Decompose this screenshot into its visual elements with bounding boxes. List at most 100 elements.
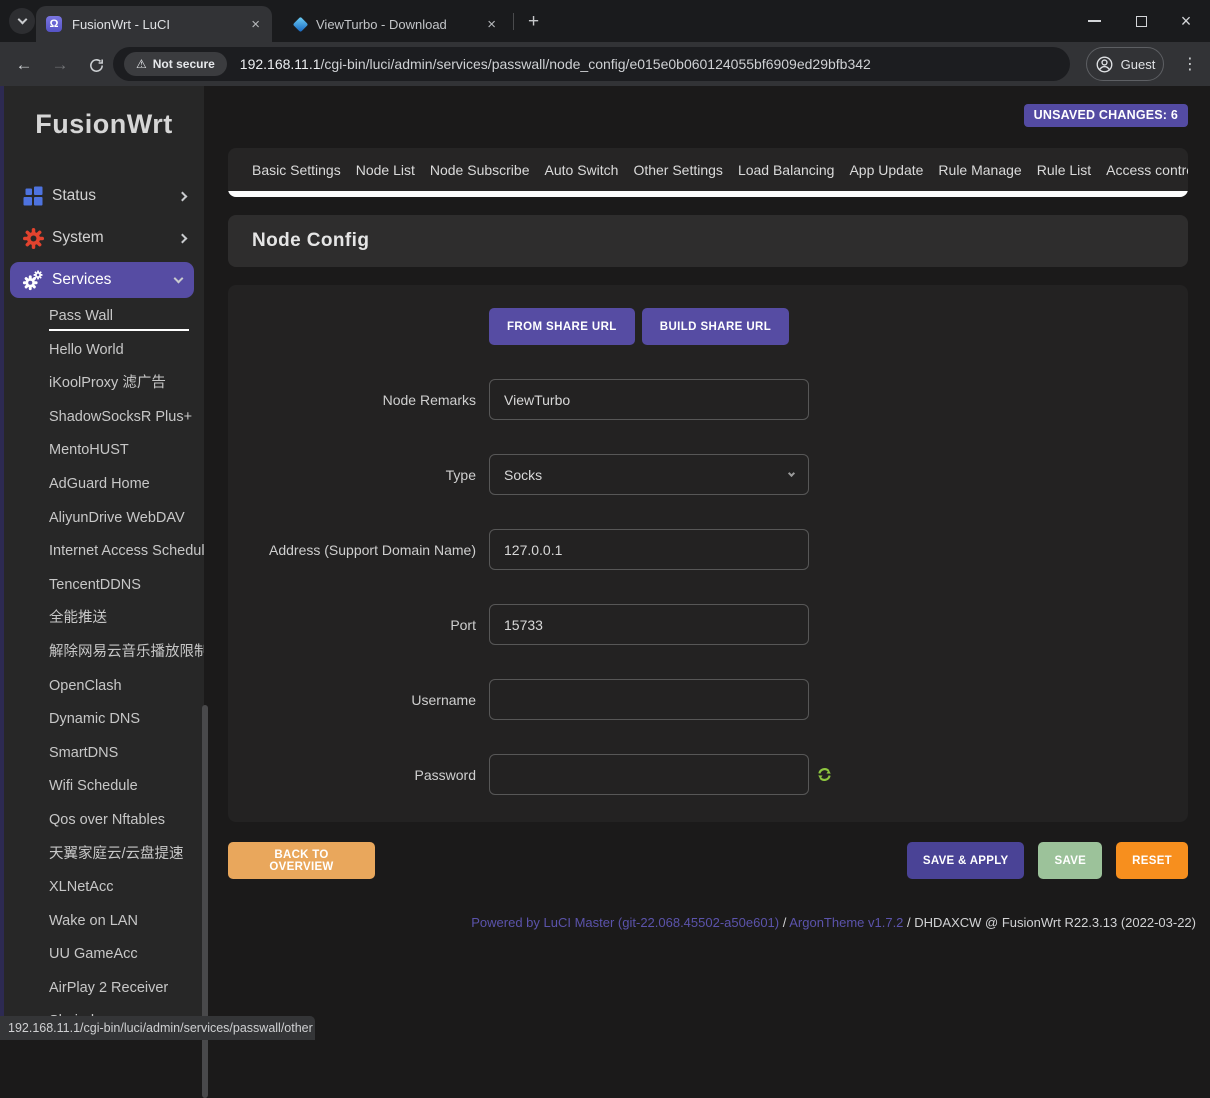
sidebar-item-system[interactable]: System [4,224,204,252]
submenu-label: Pass Wall [49,308,113,324]
username-input[interactable] [489,679,809,720]
sidebar-item-xlnetacc[interactable]: XLNetAcc [4,871,204,905]
person-icon [1095,55,1114,74]
sidebar-item-tencentddns[interactable]: TencentDDNS [4,569,204,603]
port-label: Port [228,617,476,633]
services-submenu: Pass Wall Hello World iKoolProxy 滤广告 Sha… [4,300,204,1039]
sidebar-item-tianyi-cloud[interactable]: 天翼家庭云/云盘提速 [4,838,204,872]
tab-node-list[interactable]: Node List [356,162,415,178]
address-label: Address (Support Domain Name) [228,542,476,558]
sidebar-item-openclash[interactable]: OpenClash [4,670,204,704]
tab-access-control[interactable]: Access control [1106,162,1188,178]
window-close-button[interactable]: × [1171,6,1201,36]
sidebar-item-smartdns[interactable]: SmartDNS [4,737,204,771]
passwall-tab-bar: Basic Settings Node List Node Subscribe … [228,148,1188,197]
luci-favicon: Ω [46,16,62,32]
profile-label: Guest [1121,57,1156,72]
argon-theme-link[interactable]: ArgonTheme v1.7.2 [789,915,903,930]
address-input[interactable] [489,529,809,570]
sidebar-item-push[interactable]: 全能推送 [4,602,204,636]
footer-separator: / [903,915,914,930]
type-select[interactable]: Socks [489,454,809,495]
sidebar-item-passwall[interactable]: Pass Wall [4,300,204,334]
tab-search-button[interactable] [9,8,35,34]
tab-rule-manage[interactable]: Rule Manage [938,162,1021,178]
browser-toolbar: ← → ⚠ Not secure 192.168.11.1/cgi-bin/lu… [0,42,1210,86]
node-remarks-input[interactable] [489,379,809,420]
url-bar[interactable]: ⚠ Not secure 192.168.11.1/cgi-bin/luci/a… [113,47,1070,81]
gear-icon [22,228,44,249]
save-apply-button[interactable]: SAVE & APPLY [907,842,1025,879]
back-button[interactable]: ← [12,53,36,77]
sidebar-item-mentohust[interactable]: MentoHUST [4,434,204,468]
sidebar-item-ssr-plus[interactable]: ShadowSocksR Plus+ [4,401,204,435]
sidebar-item-status[interactable]: Status [4,182,204,210]
close-icon: × [1181,12,1192,30]
browser-menu-button[interactable]: ⋮ [1178,52,1202,76]
sidebar: FusionWrt Status [4,86,204,1040]
sidebar-item-ikoolproxy[interactable]: iKoolProxy 滤广告 [4,367,204,401]
sidebar-item-unlock-netease-music[interactable]: 解除网易云音乐播放限制 [4,636,204,670]
password-input[interactable] [489,754,809,795]
save-button[interactable]: SAVE [1038,842,1102,879]
reload-button[interactable] [84,53,108,77]
browser-tabstrip: Ω FusionWrt - LuCI × ViewTurbo - Downloa… [0,0,1210,42]
window-minimize-button[interactable] [1079,6,1109,36]
sidebar-item-wifi-schedule[interactable]: Wifi Schedule [4,770,204,804]
browser-tab-fusionwrt[interactable]: Ω FusionWrt - LuCI × [36,6,272,42]
sidebar-item-adguard-home[interactable]: AdGuard Home [4,468,204,502]
forward-button[interactable]: → [48,53,72,77]
url-path: /cgi-bin/luci/admin/services/passwall/no… [321,56,871,72]
not-secure-chip[interactable]: ⚠ Not secure [124,52,227,76]
port-input[interactable] [489,604,809,645]
browser-status-bar: 192.168.11.1/cgi-bin/luci/admin/services… [0,1016,315,1040]
sidebar-item-uu-gameacc[interactable]: UU GameAcc [4,938,204,972]
tab-rule-list[interactable]: Rule List [1037,162,1091,178]
tab-close-icon[interactable]: × [251,17,260,32]
sidebar-item-helloworld[interactable]: Hello World [4,334,204,368]
type-label: Type [228,467,476,483]
profile-button[interactable]: Guest [1086,47,1164,81]
tab-other-settings[interactable]: Other Settings [633,162,723,178]
sidebar-item-wake-on-lan[interactable]: Wake on LAN [4,905,204,939]
sidebar-item-internet-access-schedule[interactable]: Internet Access Schedule [4,535,204,569]
node-remarks-label: Node Remarks [228,392,476,408]
browser-tab-viewturbo[interactable]: ViewTurbo - Download × [282,6,508,42]
sidebar-item-qos-nftables[interactable]: Qos over Nftables [4,804,204,838]
sidebar-item-services[interactable]: Services [10,262,194,298]
password-label: Password [228,767,476,783]
tab-close-icon[interactable]: × [487,17,496,32]
tab-node-subscribe[interactable]: Node Subscribe [430,162,530,178]
type-select-value: Socks [504,467,789,483]
section-title-card: Node Config [228,215,1188,267]
page-title: Node Config [228,215,1188,267]
page-content: FusionWrt Status [0,86,1210,1040]
footer-build-info: DHDAXCW @ FusionWrt R22.3.13 (2022-03-22… [914,915,1196,930]
tab-load-balancing[interactable]: Load Balancing [738,162,835,178]
tab-basic-settings[interactable]: Basic Settings [252,162,341,178]
generate-password-button[interactable] [816,766,833,783]
reset-button[interactable]: RESET [1116,842,1188,879]
from-share-url-button[interactable]: FROM SHARE URL [489,308,635,345]
tab-app-update[interactable]: App Update [849,162,923,178]
new-tab-button[interactable]: + [521,9,546,34]
back-to-overview-button[interactable]: BACK TO OVERVIEW [228,842,375,879]
tab-underline [228,191,1188,197]
refresh-icon [816,766,833,783]
window-maximize-button[interactable] [1126,6,1156,36]
sidebar-item-airplay2-receiver[interactable]: AirPlay 2 Receiver [4,972,204,1006]
sidebar-item-dynamic-dns[interactable]: Dynamic DNS [4,703,204,737]
sidebar-item-aliyundrive-webdav[interactable]: AliyunDrive WebDAV [4,502,204,536]
tab-title: FusionWrt - LuCI [72,17,245,32]
username-label: Username [228,692,476,708]
viewturbo-favicon [293,16,309,32]
build-share-url-button[interactable]: BUILD SHARE URL [642,308,789,345]
app-logo: FusionWrt [4,104,204,144]
page-footer: Powered by LuCI Master (git-22.068.45502… [228,915,1196,930]
unsaved-changes-badge[interactable]: UNSAVED CHANGES: 6 [1024,104,1188,127]
tab-auto-switch[interactable]: Auto Switch [545,162,619,178]
chevron-down-icon [788,469,795,476]
luci-link[interactable]: Powered by LuCI Master (git-22.068.45502… [471,915,779,930]
tab-title: ViewTurbo - Download [316,17,481,32]
chevron-down-icon [174,274,184,284]
